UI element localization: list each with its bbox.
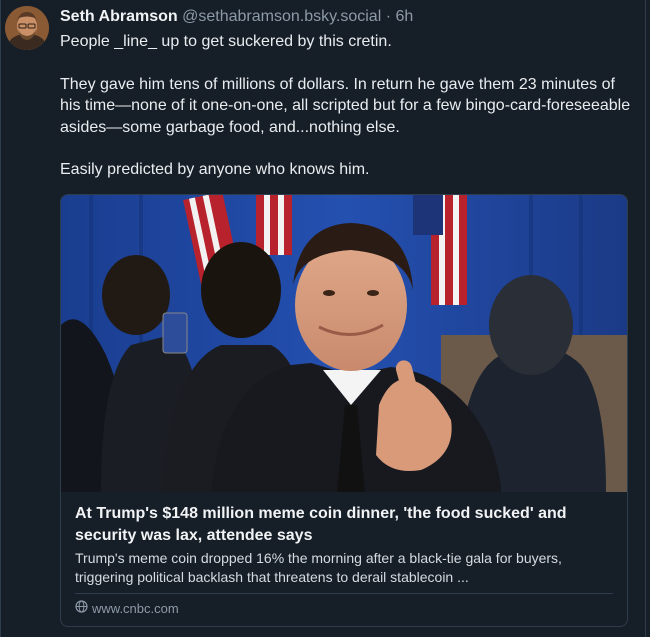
post-paragraph: They gave him tens of millions of dollar… (60, 75, 631, 136)
globe-icon (75, 600, 88, 618)
link-card-source[interactable]: www.cnbc.com (75, 600, 179, 618)
author-handle[interactable]: @sethabramson.bsky.social (182, 8, 381, 25)
avatar[interactable] (5, 6, 49, 50)
link-card-domain[interactable]: www.cnbc.com (92, 600, 179, 618)
link-card-description: Trump's meme coin dropped 16% the mornin… (75, 550, 562, 585)
post-paragraph: Easily predicted by anyone who knows him… (60, 161, 370, 178)
link-card-title[interactable]: At Trump's $148 million meme coin dinner… (75, 503, 615, 547)
post-paragraph: People _line_ up to get suckered by this… (60, 33, 392, 50)
link-preview-image[interactable] (61, 195, 627, 492)
post[interactable]: Seth Abramson @sethabramson.bsky.social … (0, 0, 640, 637)
post-timestamp[interactable]: 6h (395, 8, 413, 25)
separator-dot: · (385, 8, 392, 25)
post-text: People _line_ up to get suckered by this… (60, 31, 632, 181)
thread-divider-right (645, 0, 646, 637)
link-preview-card[interactable]: At Trump's $148 million meme coin dinner… (60, 194, 628, 627)
link-card-divider (75, 593, 613, 594)
post-header: Seth Abramson @sethabramson.bsky.social … (60, 7, 413, 27)
author-name[interactable]: Seth Abramson (60, 8, 178, 25)
